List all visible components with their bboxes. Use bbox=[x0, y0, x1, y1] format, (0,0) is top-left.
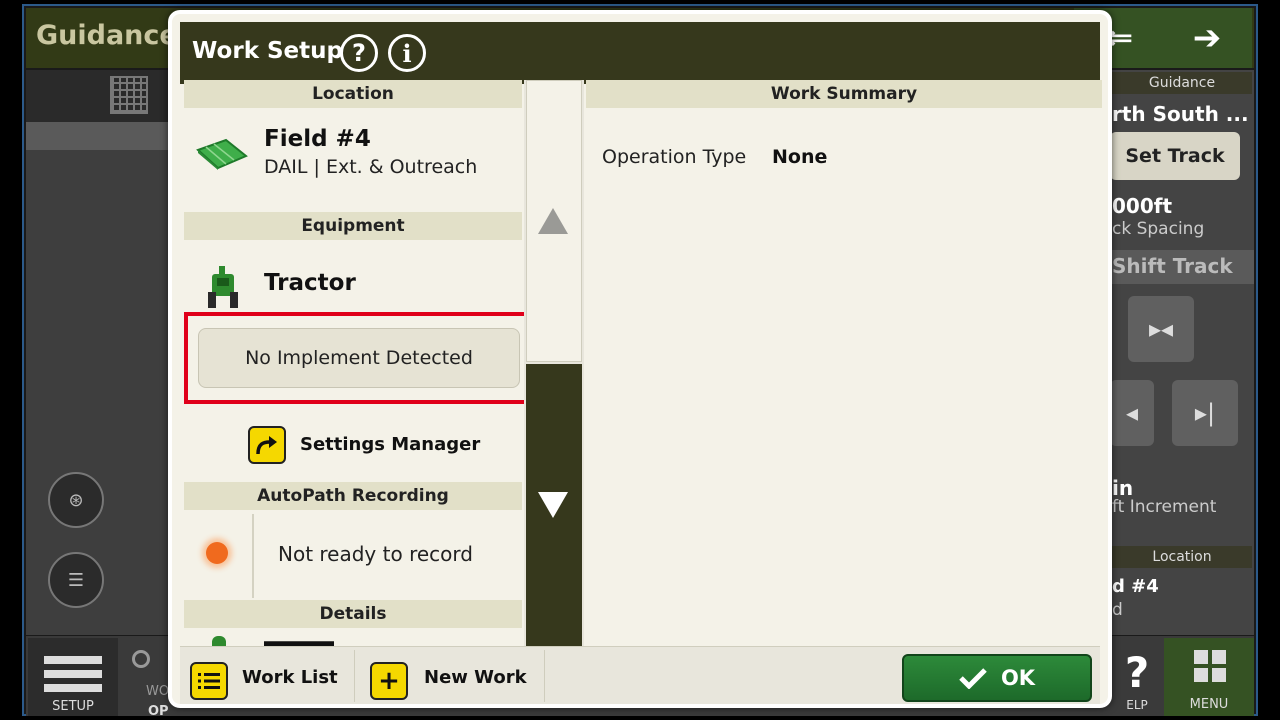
shift-left-button[interactable]: ◂ bbox=[1110, 380, 1154, 446]
help-glyph: ? bbox=[1124, 648, 1150, 697]
shift-right-button[interactable]: ▸| bbox=[1172, 380, 1238, 446]
list-round-button[interactable]: ☰ bbox=[48, 552, 104, 608]
location-section-label: Location bbox=[1112, 546, 1252, 568]
info-icon[interactable]: i bbox=[388, 34, 426, 72]
shift-right-icon: ▸| bbox=[1194, 399, 1216, 427]
operation-type-value: None bbox=[772, 146, 828, 168]
set-track-button[interactable]: Set Track bbox=[1110, 132, 1240, 180]
list-icon: ☰ bbox=[67, 569, 85, 591]
checklist-icon bbox=[44, 650, 102, 692]
op-label: OP bbox=[148, 704, 169, 719]
footer-separator bbox=[544, 650, 545, 702]
highlight-box bbox=[184, 312, 530, 404]
ok-button[interactable]: OK bbox=[902, 654, 1092, 702]
equipment-header: Equipment bbox=[184, 212, 522, 240]
track-name: rth South ... bbox=[1112, 102, 1249, 126]
dialog-header: Work Setup ? i bbox=[180, 22, 1100, 84]
list-icon bbox=[190, 662, 228, 700]
menu-grid-icon bbox=[1194, 650, 1226, 682]
track-spacing-value: 000ft bbox=[1112, 194, 1173, 218]
tractor-icon bbox=[208, 266, 238, 308]
location-sub: d bbox=[1112, 600, 1123, 620]
field-map-icon bbox=[196, 138, 248, 170]
guidance-section-label: Guidance bbox=[1112, 72, 1252, 94]
work-list-label: Work List bbox=[242, 667, 338, 688]
record-status-text: Not ready to record bbox=[278, 542, 473, 566]
setup-label: SETUP bbox=[52, 699, 94, 714]
new-work-label: New Work bbox=[424, 667, 527, 688]
work-setup-dialog: Work Setup ? i Location Field #4 DAIL | … bbox=[168, 10, 1112, 708]
autopath-header: AutoPath Recording bbox=[184, 482, 522, 510]
track-spacing-label: ck Spacing bbox=[1112, 219, 1205, 239]
help-label: ELP bbox=[1126, 698, 1148, 712]
checkmark-icon bbox=[959, 668, 987, 689]
tractor-label: Tractor bbox=[264, 270, 356, 296]
ok-label: OK bbox=[1000, 666, 1036, 690]
menu-button[interactable]: MENU bbox=[1164, 638, 1254, 716]
shift-track-label: Shift Track bbox=[1112, 254, 1233, 278]
arrow-right-icon: ➔ bbox=[1192, 18, 1222, 58]
location-value: d #4 bbox=[1112, 576, 1159, 597]
left-panel-bar bbox=[26, 70, 172, 122]
scroll-up-icon bbox=[538, 208, 568, 234]
nav-forward-button[interactable]: ➔ bbox=[1162, 8, 1252, 68]
location-header: Location bbox=[184, 80, 522, 108]
left-strip bbox=[26, 122, 172, 150]
center-shift-icon: ▸◂ bbox=[1148, 315, 1174, 343]
dialog-title: Work Setup bbox=[192, 38, 343, 64]
steering-button[interactable]: ⊛ bbox=[48, 472, 104, 528]
grid-view-icon[interactable] bbox=[110, 76, 148, 114]
arrow-curve-icon bbox=[248, 426, 286, 464]
left-panel bbox=[26, 70, 172, 635]
center-shift-button[interactable]: ▸◂ bbox=[1128, 296, 1194, 362]
footer-separator bbox=[354, 650, 355, 702]
details-item-icon bbox=[212, 636, 226, 646]
scroll-down-icon bbox=[538, 492, 568, 518]
work-label: WO bbox=[146, 684, 170, 699]
details-item-text-cut bbox=[264, 641, 334, 646]
plus-icon: + bbox=[370, 662, 408, 700]
guidance-title: Guidance bbox=[36, 20, 178, 51]
shift-left-icon: ◂ bbox=[1125, 399, 1139, 427]
work-summary-header: Work Summary bbox=[586, 80, 1102, 108]
screen: Guidance ⇐ ➔ ⊛ ☰ Guidance rth South ... … bbox=[0, 0, 1280, 720]
field-client-farm: DAIL | Ext. & Outreach bbox=[264, 156, 478, 178]
menu-label: MENU bbox=[1189, 697, 1229, 712]
details-header: Details bbox=[184, 600, 522, 628]
question-icon[interactable]: ? bbox=[340, 34, 378, 72]
autopath-divider bbox=[252, 514, 254, 598]
field-name: Field #4 bbox=[264, 126, 371, 152]
operation-type-label: Operation Type bbox=[602, 146, 747, 168]
record-status-icon bbox=[206, 542, 228, 564]
steering-icon: ⊛ bbox=[68, 489, 84, 511]
setup-button[interactable]: SETUP bbox=[28, 638, 118, 716]
shift-increment-label: ft Increment bbox=[1112, 497, 1217, 517]
settings-manager-label: Settings Manager bbox=[300, 434, 481, 455]
status-ring-icon bbox=[132, 650, 150, 668]
